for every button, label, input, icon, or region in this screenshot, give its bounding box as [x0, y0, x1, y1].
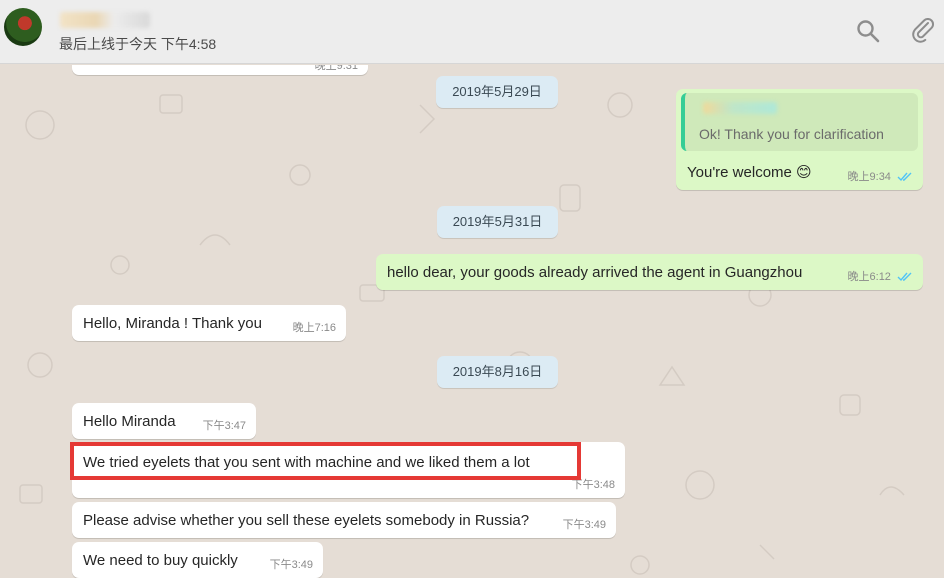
read-ticks-icon — [897, 272, 912, 282]
message-time-status: 晚上6:12 — [848, 268, 913, 284]
message-bubble-outgoing[interactable]: hello dear, your goods already arrived t… — [376, 254, 923, 290]
date-separator: 2019年8月16日 — [437, 356, 558, 388]
message-bubble-incoming[interactable]: Please advise whether you sell these eye… — [72, 502, 616, 538]
contact-name-redacted[interactable] — [60, 12, 150, 28]
message-time: 下午3:49 — [269, 559, 313, 571]
message-bubble-outgoing[interactable]: Ok! Thank you for clarification You're w… — [676, 89, 923, 190]
date-separator: 2019年5月31日 — [437, 206, 558, 238]
quoted-message[interactable]: Ok! Thank you for clarification — [681, 93, 918, 151]
message-time: 晚上9:31 — [314, 65, 358, 72]
message-bubble-incoming[interactable]: We need to buy quickly 下午3:49 — [72, 542, 323, 578]
chat-header: 最后上线于今天 下午4:58 — [0, 0, 944, 64]
message-time: 下午3:47 — [202, 420, 246, 432]
message-text: You're welcome 😊 — [687, 164, 812, 181]
avatar[interactable] — [4, 8, 42, 46]
message-bubble-incoming[interactable]: Hello Miranda 下午3:47 — [72, 403, 256, 439]
search-icon[interactable] — [855, 18, 881, 44]
message-time: 下午3:49 — [562, 519, 606, 531]
message-time-status: 晚上9:34 — [848, 168, 913, 184]
read-ticks-icon — [897, 172, 912, 182]
highlight-box — [70, 442, 581, 480]
message-text: Please advise whether you sell these eye… — [83, 512, 530, 529]
date-separator: 2019年5月29日 — [436, 76, 558, 108]
message-text: Hello, Miranda ! Thank you — [83, 315, 262, 332]
message-bubble-incoming[interactable]: 晚上9:31 — [72, 65, 368, 75]
quoted-text: Ok! Thank you for clarification — [699, 126, 884, 142]
quoted-sender-redacted — [703, 102, 777, 114]
message-time: 晚上7:16 — [292, 322, 336, 334]
attach-icon[interactable] — [910, 18, 936, 44]
last-seen-status: 最后上线于今天 下午4:58 — [59, 36, 217, 52]
message-text: Hello Miranda — [83, 413, 176, 430]
message-text: hello dear, your goods already arrived t… — [387, 264, 803, 281]
message-text: We need to buy quickly — [83, 552, 238, 569]
message-bubble-incoming[interactable]: Hello, Miranda ! Thank you 晚上7:16 — [72, 305, 346, 341]
message-list[interactable]: 晚上9:31 2019年5月29日 Ok! Thank you for clar… — [0, 65, 944, 578]
